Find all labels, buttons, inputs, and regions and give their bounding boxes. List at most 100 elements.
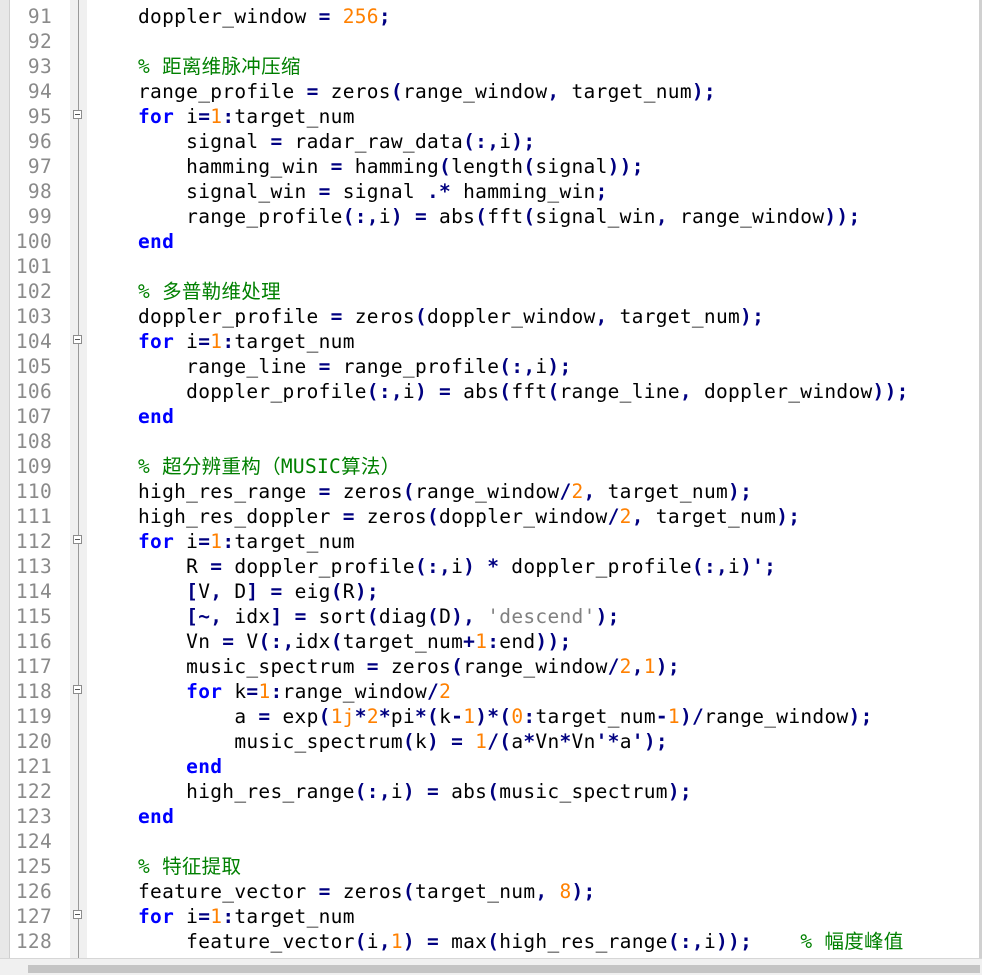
text-token: i [174,330,199,353]
operator-token: , [547,80,560,103]
code-line[interactable]: 105 range_line = range_profile(:,i); [0,354,982,379]
line-number: 106 [15,380,52,403]
horizontal-scrollbar-thumb[interactable] [28,965,980,973]
code-line[interactable]: 107 end [0,404,982,429]
horizontal-scrollbar[interactable] [0,958,982,975]
text-token: range_line [559,380,680,403]
text-token: high_res_range [186,780,355,803]
text-token: end [499,630,536,653]
code-line[interactable]: 92 [0,29,982,54]
operator-token: : [270,680,283,703]
code-editor[interactable]: 91 doppler_window = 256; 92 93 % 距离维脉冲压缩 94 ra… [0,0,982,975]
fold-toggle-icon[interactable] [73,535,82,544]
fold-toggle-icon[interactable] [73,110,82,119]
text-token: abs [427,205,476,228]
line-number: 110 [15,480,52,503]
operator-token: / [559,480,572,503]
operator-token: ( [487,780,500,803]
text-token: zeros [330,480,403,503]
operator-token: = [306,80,319,103]
text-token: i [174,530,199,553]
code-line[interactable]: 108 [0,429,982,454]
operator-token: , [210,580,223,603]
code-line[interactable]: 96 signal = radar_raw_data(:,i); [0,129,982,154]
text-token: eig [282,580,331,603]
text-token: target_num [559,80,692,103]
fold-toggle-icon[interactable] [73,685,82,694]
operator-token: ) [390,205,403,228]
line-number: 128 [15,930,52,953]
code-line[interactable]: 119 a = exp(1j*2*pi*(k-1)*(0:target_num-… [0,704,982,729]
code-line[interactable]: 106 doppler_profile(:,i) = abs(fft(range… [0,379,982,404]
text-token: doppler_profile [222,555,415,578]
code-line[interactable]: 122 high_res_range(:,i) = abs(music_spec… [0,779,982,804]
text-token: range_line [186,355,319,378]
text-token: high_res_range [138,480,319,503]
operator-token: = [330,305,343,328]
text-token: doppler_window [439,505,608,528]
code-line[interactable]: 95 for i=1:target_num [0,104,982,129]
code-text: signal = radar_raw_data(:,i); [138,129,535,154]
code-line[interactable]: 115 [~, idx] = sort(diag(D), 'descend'); [0,604,982,629]
code-line[interactable]: 117 music_spectrum = zeros(range_window/… [0,654,982,679]
code-text: end [138,404,174,429]
code-text: R = doppler_profile(:,i) * doppler_profi… [138,554,776,579]
text-token: R [186,555,211,578]
operator-token: )); [607,155,644,178]
code-line[interactable]: 97 hamming_win = hamming(length(signal))… [0,154,982,179]
text-token: i [366,930,379,953]
code-line[interactable]: 120 music_spectrum(k) = 1/(a*Vn*Vn'*a'); [0,729,982,754]
code-line[interactable]: 124 [0,829,982,854]
code-line[interactable]: 118 for k=1:range_window/2 [0,679,982,704]
operator-token: ); [547,355,572,378]
code-line[interactable]: 125 % 特征提取 [0,854,982,879]
code-line[interactable]: 112 for i=1:target_num [0,529,982,554]
code-line[interactable]: 109 % 超分辨重构（MUSIC算法） [0,454,982,479]
code-line[interactable]: 100 end [0,229,982,254]
code-lines[interactable]: 91 doppler_window = 256; 92 93 % 距离维脉冲压缩 94 ra… [0,4,982,954]
code-line[interactable]: 99 range_profile(:,i) = abs(fft(signal_w… [0,204,982,229]
operator-token: : [222,330,235,353]
code-line[interactable]: 114 [V, D] = eig(R); [0,579,982,604]
code-line[interactable]: 111 high_res_doppler = zeros(doppler_wind… [0,504,982,529]
code-line[interactable]: 126 feature_vector = zeros(target_num, 8)… [0,879,982,904]
code-line[interactable]: 121 end [0,754,982,779]
operator-token: = [318,880,331,903]
code-text: range_profile = zeros(range_window, targ… [138,79,716,104]
code-line[interactable]: 104 for i=1:target_num [0,329,982,354]
operator-token: ); [848,705,873,728]
text-token: target_num [643,505,777,528]
code-text: high_res_range = zeros(range_window/2, t… [138,479,752,504]
text-token: abs [439,780,488,803]
code-line[interactable]: 116 Vn = V(:,idx(target_num+1:end)); [0,629,982,654]
code-line[interactable]: 98 signal_win = signal .* hamming_win; [0,179,982,204]
operator-token: * [378,705,391,728]
operator-token: * [559,730,572,753]
code-line[interactable]: 94 range_profile = zeros(range_window, ta… [0,79,982,104]
text-token: target_num [535,705,656,728]
code-line[interactable]: 123 end [0,804,982,829]
code-text: for k=1:range_window/2 [138,679,451,704]
operator-token: = [270,580,283,603]
fold-toggle-icon[interactable] [73,335,82,344]
code-line[interactable]: 127 for i=1:target_num [0,904,982,929]
fold-toggle-icon[interactable] [73,910,82,919]
code-line[interactable]: 101 [0,254,982,279]
text-token: i [703,930,717,953]
text-token: Vn [535,730,560,753]
operator-token: ( [402,880,415,903]
code-line[interactable]: 91 doppler_window = 256; [0,4,982,29]
code-line[interactable]: 110 high_res_range = zeros(range_window/2… [0,479,982,504]
operator-token: - [655,705,668,728]
code-line[interactable]: 103 doppler_profile = zeros(doppler_windo… [0,304,982,329]
code-line[interactable]: 93 % 距离维脉冲压缩 [0,54,982,79]
operator-token: ); [571,880,596,903]
code-line[interactable]: 113 R = doppler_profile(:,i) * doppler_p… [0,554,982,579]
operator-token: = [427,930,440,953]
code-text: range_line = range_profile(:,i); [138,354,572,379]
text-token: i [535,355,548,378]
code-line[interactable]: 102 % 多普勒维处理 [0,279,982,304]
code-line[interactable]: 128 feature_vector(i,1) = max(high_res_r… [0,929,982,954]
